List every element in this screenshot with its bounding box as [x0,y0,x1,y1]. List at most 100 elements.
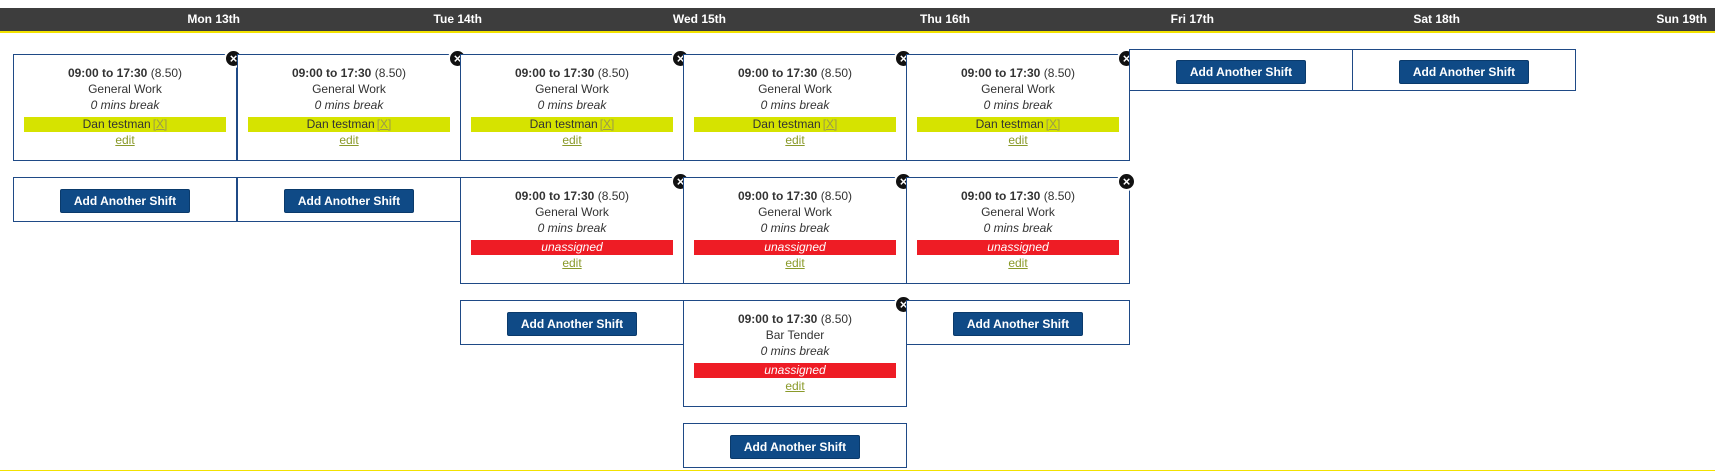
unassign-link[interactable]: [X] [377,117,392,131]
add-shift-panel: Add Another Shift [237,177,461,222]
unassign-link[interactable]: [X] [823,117,838,131]
assignee-name: Dan testman [529,117,598,131]
day-column-0: × 09:00 to 17:30 (8.50) General Work 0 mins… [13,49,243,238]
edit-shift-link[interactable]: edit [785,133,804,148]
shift-break: 0 mins break [760,221,830,235]
shift-start: 09:00 [291,66,323,80]
edit-shift-link[interactable]: edit [785,256,804,271]
shift-time: 09:00 to 17:30 (8.50) [907,188,1129,204]
shift-time: 09:00 to 17:30 (8.50) [684,188,906,204]
shift-end: 17:30 [786,312,818,326]
shift-role: General Work [88,82,162,96]
unassigned-badge[interactable]: unassigned [694,240,896,255]
shift-end: 17:30 [1009,66,1041,80]
close-icon[interactable]: × [1117,172,1136,191]
shift-to-label: to [548,66,561,80]
add-another-shift-button[interactable]: Add Another Shift [952,312,1084,336]
edit-shift-link[interactable]: edit [339,133,358,148]
shift-time: 09:00 to 17:30 (8.50) [684,65,906,81]
shift-card[interactable]: × 09:00 to 17:30 (8.50) General Work 0 mins… [906,49,1136,161]
add-another-shift-button[interactable]: Add Another Shift [59,189,191,213]
shift-time: 09:00 to 17:30 (8.50) [461,65,683,81]
shift-to-label: to [771,312,784,326]
assignee-name: Dan testman [82,117,151,131]
shift-hours: (8.50) [150,66,183,80]
shift-break: 0 mins break [983,221,1053,235]
unassign-link[interactable]: [X] [153,117,168,131]
day-header-3: Thu 16th [920,12,970,26]
add-shift-panel: Add Another Shift [1352,49,1576,91]
shift-time: 09:00 to 17:30 (8.50) [14,65,236,81]
unassigned-badge[interactable]: unassigned [694,363,896,378]
add-another-shift-button[interactable]: Add Another Shift [1398,60,1530,84]
shift-role: General Work [981,205,1055,219]
bottom-divider [0,470,1715,471]
rota-page: Mon 13th Tue 14th Wed 15th Thu 16th Fri 17th… [0,0,1715,473]
shift-hours: (8.50) [820,312,853,326]
shift-to-label: to [325,66,338,80]
add-another-shift-button[interactable]: Add Another Shift [283,189,415,213]
shift-card[interactable]: × 09:00 to 17:30 (8.50) General Work 0 mins… [683,49,913,161]
shift-card[interactable]: × 09:00 to 17:30 (8.50) Bar Tender 0 mins b… [683,295,913,407]
shift-to-label: to [101,66,114,80]
shift-role: Bar Tender [765,328,825,342]
shift-end: 17:30 [116,66,148,80]
edit-shift-link[interactable]: edit [562,256,581,271]
shift-start: 09:00 [514,189,546,203]
shift-hours: (8.50) [820,66,853,80]
edit-shift-link[interactable]: edit [562,133,581,148]
shift-to-label: to [548,189,561,203]
shift-break: 0 mins break [537,221,607,235]
shift-role: General Work [312,82,386,96]
shift-start: 09:00 [737,66,769,80]
add-another-shift-button[interactable]: Add Another Shift [506,312,638,336]
shift-card[interactable]: × 09:00 to 17:30 (8.50) General Work 0 mins… [460,172,690,284]
shift-end: 17:30 [786,66,818,80]
day-header-4: Fri 17th [1170,12,1214,26]
day-column-4: × 09:00 to 17:30 (8.50) General Work 0 mins… [906,49,1136,361]
assignee-name: Dan testman [975,117,1044,131]
shift-card[interactable]: × 09:00 to 17:30 (8.50) General Work 0 mins… [13,49,243,161]
shift-card[interactable]: × 09:00 to 17:30 (8.50) General Work 0 mins… [237,49,467,161]
shift-time: 09:00 to 17:30 (8.50) [684,311,906,327]
edit-shift-link[interactable]: edit [1008,256,1027,271]
edit-shift-link[interactable]: edit [115,133,134,148]
edit-shift-link[interactable]: edit [1008,133,1027,148]
unassigned-badge[interactable]: unassigned [917,240,1119,255]
shift-break: 0 mins break [537,98,607,112]
assignee-name: Dan testman [306,117,375,131]
shift-card[interactable]: × 09:00 to 17:30 (8.50) General Work 0 mins… [460,49,690,161]
shift-to-label: to [771,189,784,203]
shift-end: 17:30 [563,66,595,80]
assignee-bar: Dan testman [X] [694,117,896,132]
shift-start: 09:00 [514,66,546,80]
add-shift-panel: Add Another Shift [13,177,237,222]
unassign-link[interactable]: [X] [1046,117,1061,131]
unassign-link[interactable]: [X] [600,117,615,131]
add-shift-panel: Add Another Shift [1129,49,1353,91]
assignee-bar: Dan testman [X] [24,117,226,132]
shift-role: General Work [981,82,1055,96]
shift-break: 0 mins break [90,98,160,112]
shift-role: General Work [758,82,832,96]
shift-start: 09:00 [960,66,992,80]
unassigned-badge[interactable]: unassigned [471,240,673,255]
day-column-5: Add Another Shift [1129,49,1353,107]
shift-card[interactable]: × 09:00 to 17:30 (8.50) General Work 0 mins… [906,172,1136,284]
shift-start: 09:00 [67,66,99,80]
assignee-name: Dan testman [752,117,821,131]
assignee-bar: Dan testman [X] [471,117,673,132]
shift-break: 0 mins break [760,344,830,358]
edit-shift-link[interactable]: edit [785,379,804,394]
shift-time: 09:00 to 17:30 (8.50) [907,65,1129,81]
shift-role: General Work [758,205,832,219]
add-another-shift-button[interactable]: Add Another Shift [1175,60,1307,84]
shift-hours: (8.50) [1043,189,1076,203]
shift-card[interactable]: × 09:00 to 17:30 (8.50) General Work 0 mins… [683,172,913,284]
add-another-shift-button[interactable]: Add Another Shift [729,435,861,459]
day-column-6: Add Another Shift [1352,49,1576,107]
shift-hours: (8.50) [597,189,630,203]
add-shift-panel: Add Another Shift [460,300,684,345]
shift-to-label: to [994,66,1007,80]
shift-end: 17:30 [340,66,372,80]
